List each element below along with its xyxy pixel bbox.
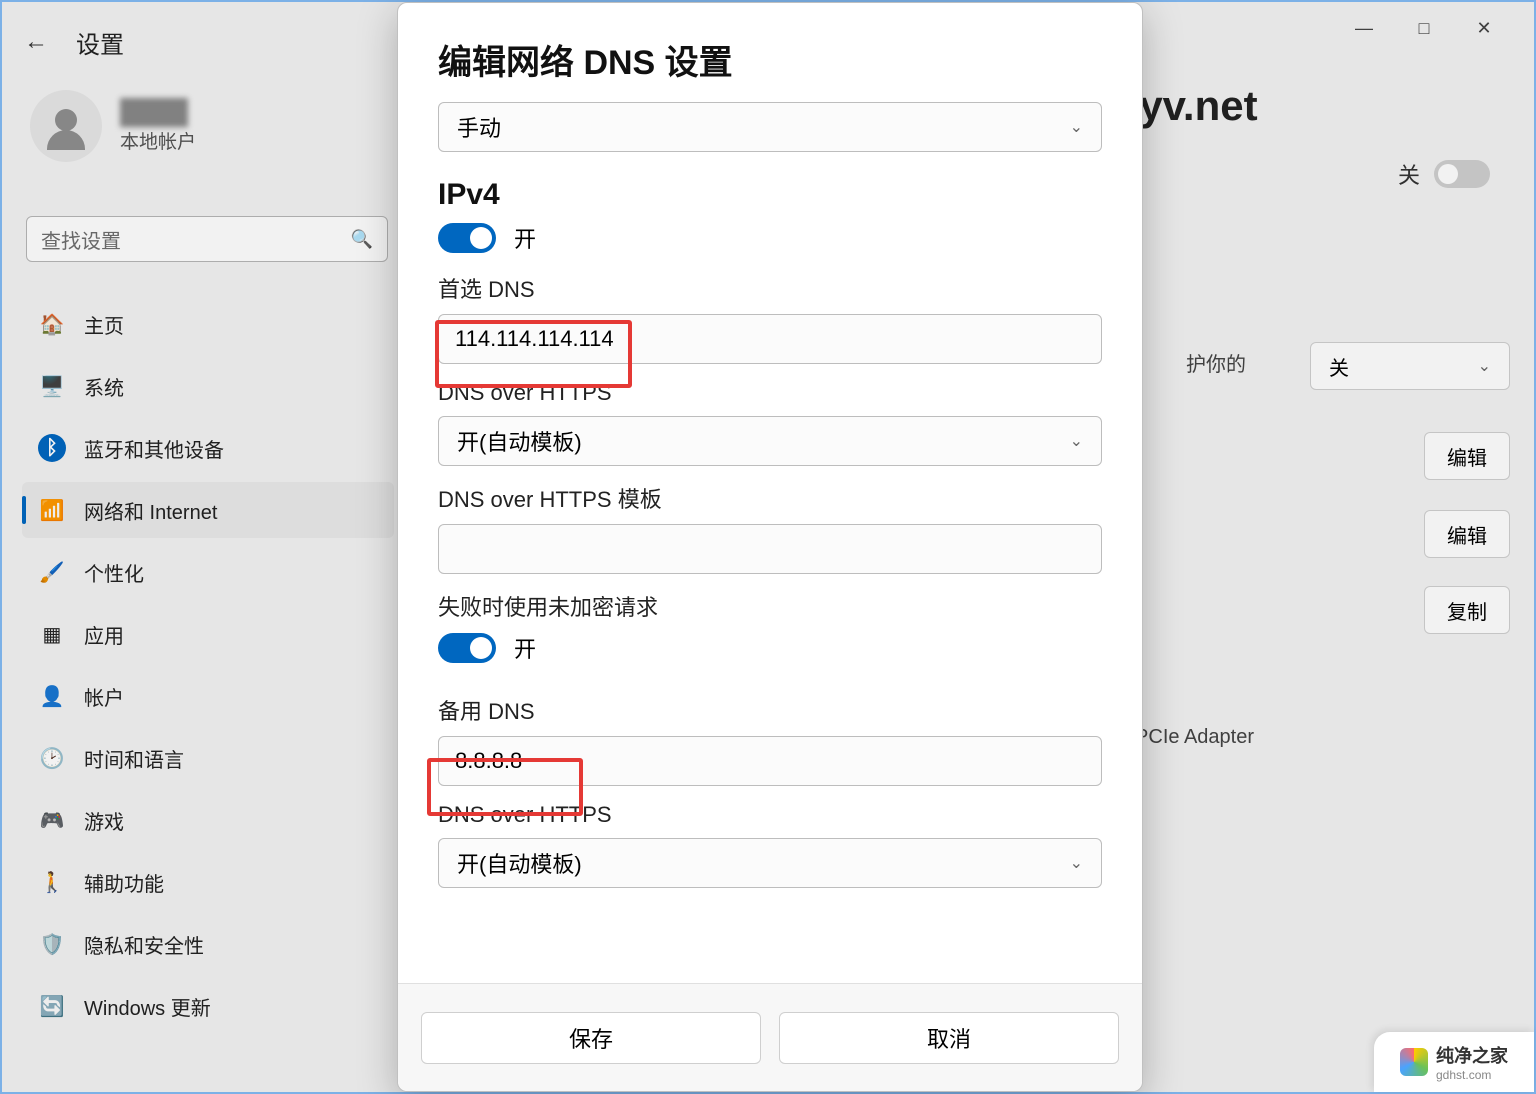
dns-settings-dialog: 编辑网络 DNS 设置 手动 ⌄ IPv4 开 首选 DNS 114.114.1… bbox=[397, 2, 1143, 1092]
cancel-button[interactable]: 取消 bbox=[779, 1012, 1119, 1064]
primary-dns-input[interactable]: 114.114.114.114 bbox=[438, 314, 1102, 364]
doh1-value: 开(自动模板) bbox=[457, 425, 582, 457]
watermark: 纯净之家 gdhst.com bbox=[1374, 1032, 1534, 1092]
doh-template-label: DNS over HTTPS 模板 bbox=[438, 482, 1102, 514]
chevron-down-icon: ⌄ bbox=[1070, 853, 1083, 873]
mode-select[interactable]: 手动 ⌄ bbox=[438, 102, 1102, 152]
secondary-dns-value: 8.8.8.8 bbox=[455, 748, 522, 774]
doh2-select[interactable]: 开(自动模板) ⌄ bbox=[438, 838, 1102, 888]
watermark-logo-icon bbox=[1400, 1048, 1428, 1076]
ipv4-toggle-label: 开 bbox=[514, 222, 536, 254]
save-button[interactable]: 保存 bbox=[421, 1012, 761, 1064]
primary-dns-label: 首选 DNS bbox=[438, 272, 1102, 304]
doh2-value: 开(自动模板) bbox=[457, 847, 582, 879]
doh1-label: DNS over HTTPS bbox=[438, 380, 1102, 406]
chevron-down-icon: ⌄ bbox=[1070, 431, 1083, 451]
primary-dns-value: 114.114.114.114 bbox=[455, 326, 614, 352]
ipv4-toggle[interactable] bbox=[438, 223, 496, 253]
doh2-label: DNS over HTTPS bbox=[438, 802, 1102, 828]
ipv4-heading: IPv4 bbox=[438, 178, 1102, 212]
watermark-domain: gdhst.com bbox=[1436, 1068, 1508, 1082]
doh1-select[interactable]: 开(自动模板) ⌄ bbox=[438, 416, 1102, 466]
settings-window: — □ ✕ ← 设置 ████ 本地帐户 查找设置 🔍 🏠 主页 🖥️ bbox=[0, 0, 1536, 1094]
secondary-dns-input[interactable]: 8.8.8.8 bbox=[438, 736, 1102, 786]
secondary-dns-label: 备用 DNS bbox=[438, 694, 1102, 726]
chevron-down-icon: ⌄ bbox=[1070, 117, 1083, 137]
doh-template-input[interactable] bbox=[438, 524, 1102, 574]
fallback-toggle[interactable] bbox=[438, 633, 496, 663]
fallback-label: 失败时使用未加密请求 bbox=[438, 590, 1102, 622]
dialog-footer: 保存 取消 bbox=[398, 983, 1142, 1091]
dialog-title: 编辑网络 DNS 设置 bbox=[438, 35, 1102, 84]
mode-select-value: 手动 bbox=[457, 111, 501, 143]
fallback-toggle-label: 开 bbox=[514, 632, 536, 664]
watermark-name: 纯净之家 bbox=[1436, 1042, 1508, 1068]
